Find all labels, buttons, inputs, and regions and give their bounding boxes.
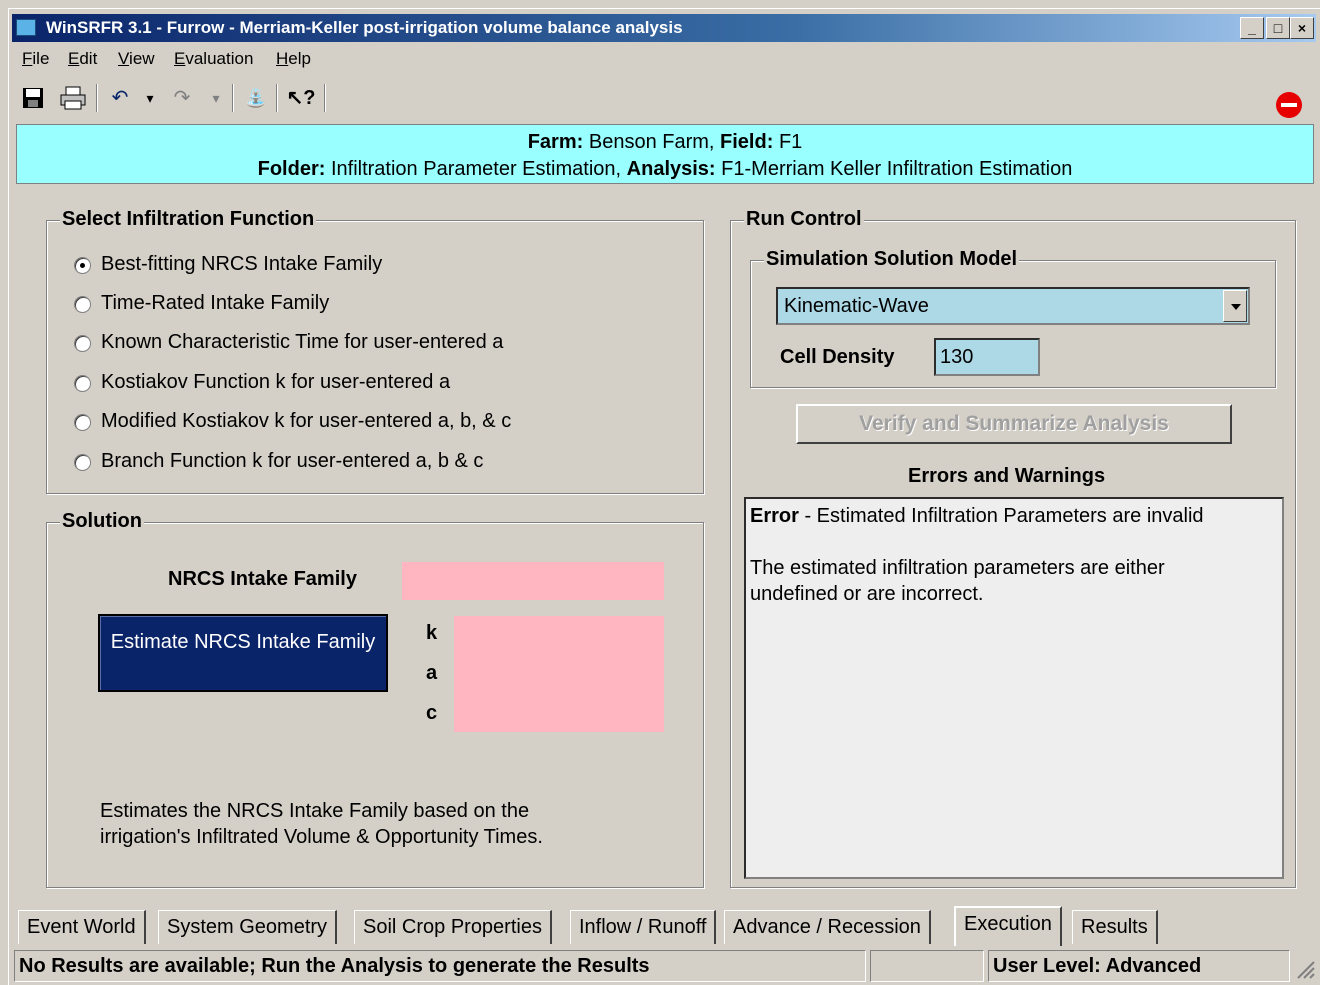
undo-dropdown-icon[interactable]: ▾: [142, 84, 158, 112]
toolbar: ↶ ▾ ↷ ▾ ⛲ ↖?: [12, 80, 1316, 116]
chevron-down-icon[interactable]: [1223, 290, 1247, 322]
cell-density-input[interactable]: 130: [934, 338, 1040, 376]
analysis-value: F1-Merriam Keller Infiltration Estimatio…: [721, 158, 1073, 180]
menu-edit[interactable]: Edit: [68, 49, 97, 69]
minimize-button[interactable]: _: [1240, 17, 1264, 39]
option-label: Time-Rated Intake Family: [101, 292, 330, 314]
radio-icon[interactable]: [74, 296, 91, 313]
c-field: [454, 692, 664, 732]
resize-grip-icon[interactable]: [1294, 958, 1316, 980]
tab-advance-recession[interactable]: Advance / Recession: [724, 910, 931, 944]
simulation-model-legend: Simulation Solution Model: [764, 248, 1020, 271]
toolbar-separator: [232, 84, 234, 112]
folder-label: Folder:: [257, 158, 326, 180]
farm-value: Benson Farm,: [588, 131, 715, 153]
analysis-label: Analysis:: [626, 158, 716, 180]
error-detail-line1: The estimated infiltration parameters ar…: [750, 557, 1165, 579]
run-control-legend: Run Control: [744, 208, 864, 231]
solution-description-line1: Estimates the NRCS Intake Family based o…: [100, 800, 530, 822]
option-label: Modified Kostiakov k for user-entered a,…: [101, 410, 512, 432]
menu-view[interactable]: View: [118, 49, 155, 69]
help-pointer-icon[interactable]: ↖?: [284, 84, 318, 112]
field-value: F1: [778, 131, 803, 153]
field-label: Field:: [720, 131, 774, 153]
water-icon[interactable]: ⛲: [242, 84, 270, 112]
error-detail-line2: undefined or are incorrect.: [750, 583, 984, 605]
k-field: [454, 616, 664, 654]
error-label: Error: [750, 505, 799, 527]
solution-legend: Solution: [60, 510, 144, 533]
c-label: c: [426, 702, 438, 724]
title-bar: WinSRFR 3.1 - Furrow - Merriam-Keller po…: [12, 14, 1316, 42]
option-label: Branch Function k for user-entered a, b …: [101, 450, 484, 472]
menu-file[interactable]: File: [22, 49, 49, 69]
estimate-button-label: Estimate NRCS Intake Family: [110, 631, 376, 653]
tab-inflow-runoff[interactable]: Inflow / Runoff: [570, 910, 717, 944]
undo-icon[interactable]: ↶: [108, 84, 132, 112]
estimate-nrcs-button[interactable]: Estimate NRCS Intake Family: [98, 614, 388, 692]
close-button[interactable]: ×: [1290, 17, 1314, 39]
error-summary: - Estimated Infiltration Parameters are …: [798, 505, 1204, 527]
folder-icon: [16, 19, 36, 36]
tab-results[interactable]: Results: [1072, 910, 1158, 944]
toolbar-separator: [276, 84, 278, 112]
toolbar-separator: [96, 84, 98, 112]
farm-line: Farm: Benson Farm, Field: F1: [17, 129, 1313, 156]
status-message: No Results are available; Run the Analys…: [14, 950, 866, 982]
radio-icon[interactable]: [74, 454, 91, 471]
radio-icon[interactable]: [74, 414, 91, 431]
maximize-button[interactable]: □: [1266, 17, 1290, 39]
cell-density-label: Cell Density: [780, 346, 895, 368]
radio-icon[interactable]: [74, 335, 91, 352]
simulation-model-value: Kinematic-Wave: [784, 295, 929, 317]
toolbar-separator: [324, 84, 326, 112]
tab-event-world[interactable]: Event World: [18, 910, 146, 944]
folder-line: Folder: Infiltration Parameter Estimatio…: [17, 156, 1313, 183]
save-icon[interactable]: [20, 84, 46, 112]
k-label: k: [426, 622, 438, 644]
menu-help[interactable]: Help: [276, 49, 311, 69]
solution-description-line2: irrigation's Infiltrated Volume & Opport…: [100, 826, 543, 848]
option-label: Kostiakov Function k for user-entered a: [101, 371, 451, 393]
radio-selected-icon[interactable]: [74, 257, 91, 274]
menu-evaluation[interactable]: Evaluation: [174, 49, 253, 69]
errors-warnings-box: Error - Estimated Infiltration Parameter…: [744, 497, 1284, 879]
print-icon[interactable]: [58, 84, 88, 112]
nrcs-intake-family-field: [402, 562, 664, 600]
tab-system-geometry[interactable]: System Geometry: [158, 910, 338, 944]
option-label: Known Characteristic Time for user-enter…: [101, 331, 504, 353]
simulation-model-select[interactable]: Kinematic-Wave: [776, 287, 1250, 325]
a-label: a: [426, 662, 438, 684]
folder-value: Infiltration Parameter Estimation,: [330, 158, 622, 180]
redo-icon[interactable]: ↷: [170, 84, 194, 112]
verify-summarize-button[interactable]: Verify and Summarize Analysis: [796, 404, 1232, 444]
radio-icon[interactable]: [74, 375, 91, 392]
window-title: WinSRFR 3.1 - Furrow - Merriam-Keller po…: [46, 18, 683, 37]
user-level-status: User Level: Advanced: [988, 950, 1290, 982]
error-summary-line: Error - Estimated Infiltration Parameter…: [750, 503, 1278, 529]
a-field: [454, 654, 664, 692]
tab-execution[interactable]: Execution: [954, 906, 1062, 946]
infiltration-function-legend: Select Infiltration Function: [60, 208, 317, 231]
status-blank-panel: [870, 950, 984, 982]
nrcs-intake-family-label: NRCS Intake Family: [168, 568, 357, 590]
stop-icon[interactable]: [1276, 92, 1302, 118]
errors-warnings-title: Errors and Warnings: [908, 465, 1106, 487]
farm-label: Farm:: [527, 131, 584, 153]
redo-dropdown-icon[interactable]: ▾: [208, 84, 224, 112]
tab-soil-crop-properties[interactable]: Soil Crop Properties: [354, 910, 552, 944]
option-label: Best-fitting NRCS Intake Family: [101, 253, 383, 275]
header-banner: Farm: Benson Farm, Field: F1 Folder: Inf…: [16, 124, 1314, 184]
